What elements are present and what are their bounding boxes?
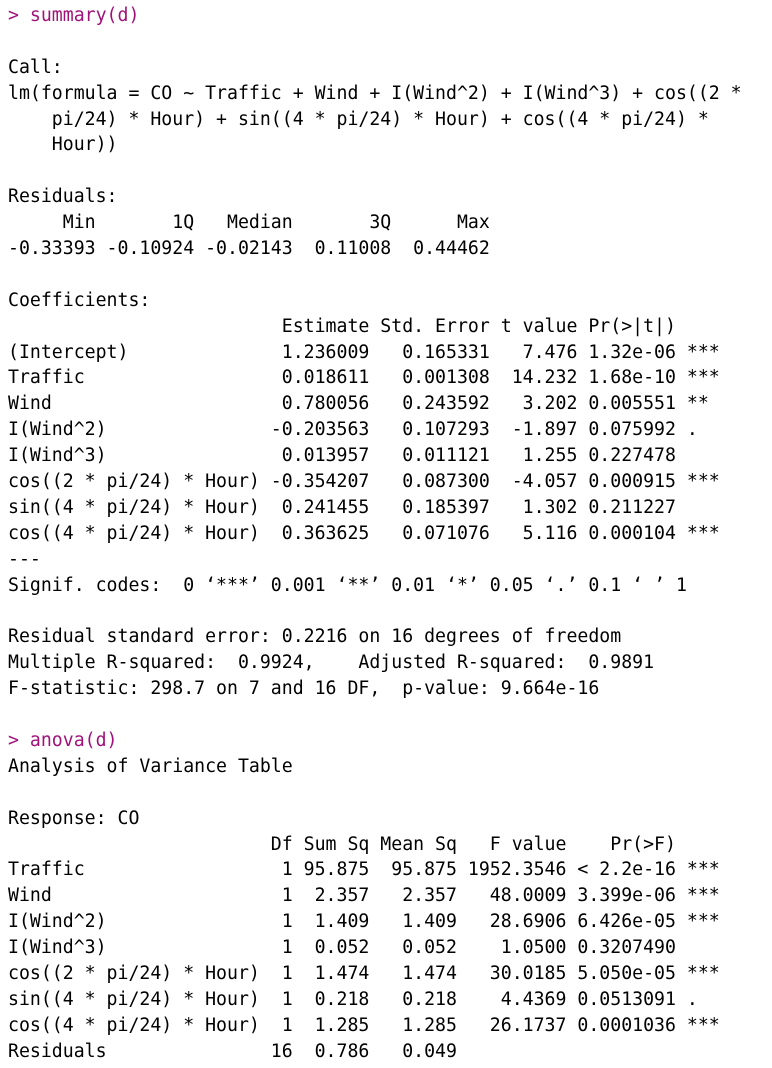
console-output-line: Call: [8,56,63,78]
console-output-line: Coefficients: [8,289,151,311]
console-output-line: pi/24) * Hour) + sin((4 * pi/24) * Hour)… [8,108,709,130]
console-command-line: > anova(d) [8,729,118,751]
console-output-line: F-statistic: 298.7 on 7 and 16 DF, p-val… [8,678,600,700]
console-output-line: Df Sum Sq Mean Sq F value Pr(>F) [8,833,720,855]
console-command-line: > summary(d) [8,5,140,26]
console-output-line: cos((2 * pi/24) * Hour) -0.354207 0.0873… [8,471,720,493]
console-output-line: --- [8,548,41,570]
console-output-line: Traffic 0.018611 0.001308 14.232 1.68e-1… [8,367,720,389]
console-output-line: Hour)) [8,134,118,156]
console-output-line: Response: CO [8,807,140,829]
console-output-line: Wind 1 2.357 2.357 48.0009 3.399e-06 *** [8,885,720,907]
console-output-line: cos((2 * pi/24) * Hour) 1 1.474 1.474 30… [8,962,720,984]
console-output-line: Residuals: [8,186,118,208]
console-output-line: Wind 0.780056 0.243592 3.202 0.005551 ** [8,393,720,415]
console-output-line: I(Wind^2) -0.203563 0.107293 -1.897 0.07… [8,419,720,441]
console-output-line: Multiple R-squared: 0.9924, Adjusted R-s… [8,652,665,674]
console-output-line: I(Wind^3) 1 0.052 0.052 1.0500 0.3207490 [8,937,720,959]
console-output-line: Estimate Std. Error t value Pr(>|t|) [8,315,720,337]
console-output-line: Analysis of Variance Table [8,755,293,777]
console-output-line: (Intercept) 1.236009 0.165331 7.476 1.32… [8,341,720,363]
console-output-line: cos((4 * pi/24) * Hour) 0.363625 0.07107… [8,522,720,544]
r-console-output: > summary(d) Call: lm(formula = CO ~ Traff… [8,3,742,1065]
console-output-line: Residuals 16 0.786 0.049 [8,1040,709,1062]
console-output-line: Signif. codes: 0 ‘***’ 0.001 ‘**’ 0.01 ‘… [8,574,687,596]
console-output-line: sin((4 * pi/24) * Hour) 0.241455 0.18539… [8,496,720,518]
console-output-line: -0.33393 -0.10924 -0.02143 0.11008 0.444… [8,238,501,260]
console-output-line: lm(formula = CO ~ Traffic + Wind + I(Win… [8,82,742,104]
console-output-line: I(Wind^3) 0.013957 0.011121 1.255 0.2274… [8,445,720,467]
console-output-line: Residual standard error: 0.2216 on 16 de… [8,626,622,648]
console-output-line: cos((4 * pi/24) * Hour) 1 1.285 1.285 26… [8,1014,720,1036]
console-output-line: Traffic 1 95.875 95.875 1952.3546 < 2.2e… [8,859,720,881]
console-output-line: Min 1Q Median 3Q Max [8,212,501,234]
console-output-line: sin((4 * pi/24) * Hour) 1 0.218 0.218 4.… [8,988,720,1010]
console-output-line: I(Wind^2) 1 1.409 1.409 28.6906 6.426e-0… [8,911,720,933]
